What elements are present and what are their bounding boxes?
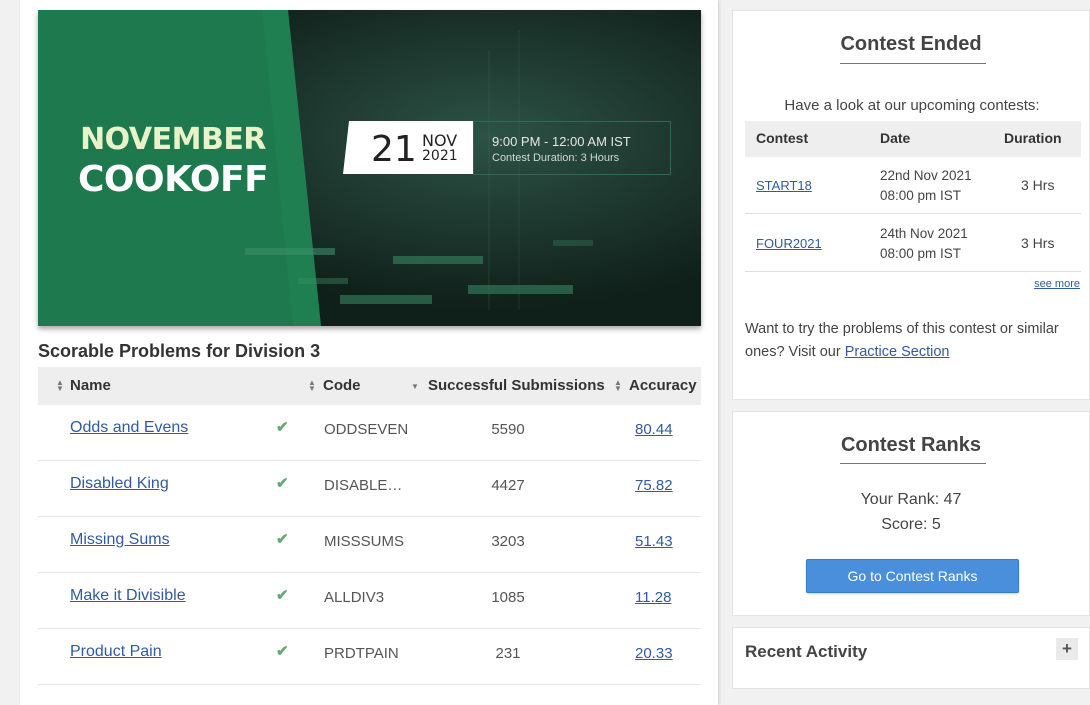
banner-title-line2: COOKOFF bbox=[78, 159, 269, 200]
check-icon: ✔ bbox=[276, 531, 289, 548]
problem-code: DISABLEDKING bbox=[324, 477, 412, 494]
check-icon: ✔ bbox=[276, 643, 289, 660]
score: Score: 5 bbox=[881, 516, 941, 533]
contest-ended-title: Contest Ended bbox=[840, 33, 982, 55]
problem-name-link[interactable]: Make it Divisible bbox=[70, 587, 186, 605]
banner-month: NOV bbox=[422, 131, 458, 150]
table-row: FOUR2021 24th Nov 2021 08:00 pm IST 3 Hrs bbox=[745, 215, 1081, 272]
table-row: Missing Sums ✔ MISSSUMS 3203 51.43 bbox=[38, 517, 701, 573]
banner-day: 21 bbox=[371, 129, 417, 170]
title-divider bbox=[840, 463, 986, 464]
contest-date-time: 08:00 pm IST bbox=[880, 188, 962, 203]
go-to-contest-ranks-button[interactable]: Go to Contest Ranks bbox=[806, 559, 1019, 593]
problem-submissions: 3203 bbox=[491, 533, 525, 550]
problem-accuracy-link[interactable]: 20.33 bbox=[635, 645, 673, 662]
table-row: Make it Divisible ✔ ALLDIV3 1085 11.28 bbox=[38, 573, 701, 629]
practice-note: Want to try the problems of this contest… bbox=[745, 318, 1075, 364]
banner-title: NOVEMBER COOKOFF bbox=[78, 122, 269, 201]
check-icon: ✔ bbox=[276, 419, 289, 436]
problem-submissions: 231 bbox=[495, 645, 521, 662]
banner-year: 2021 bbox=[422, 148, 458, 164]
header-date: Date bbox=[880, 130, 911, 146]
contest-date-day: 24th Nov 2021 bbox=[880, 226, 968, 241]
check-icon: ✔ bbox=[276, 475, 289, 492]
contest-link[interactable]: START18 bbox=[756, 178, 812, 193]
problem-accuracy-link[interactable]: 51.43 bbox=[635, 533, 673, 550]
header-contest: Contest bbox=[756, 130, 809, 146]
problem-code: MISSSUMS bbox=[324, 533, 405, 550]
contest-link[interactable]: FOUR2021 bbox=[756, 236, 822, 251]
problem-accuracy-link[interactable]: 80.44 bbox=[635, 421, 673, 438]
contest-ranks-card: Contest Ranks Your Rank: 47 Score: 5 Go … bbox=[732, 411, 1090, 616]
contest-duration: 3 Hrs bbox=[1021, 177, 1055, 193]
sort-accuracy-icon[interactable]: ▲ ▼ bbox=[614, 379, 622, 393]
contest-duration: 3 Hrs bbox=[1021, 235, 1055, 251]
banner-time: 9:00 PM - 12:00 AM IST bbox=[492, 134, 631, 149]
problem-name-link[interactable]: Product Pain bbox=[70, 643, 162, 661]
problems-table-header: ▲ ▼ Name ▲ ▼ Code ▼ Successful Submissions… bbox=[38, 367, 701, 405]
problem-submissions: 5590 bbox=[491, 421, 525, 438]
header-code[interactable]: Code bbox=[323, 377, 361, 394]
contest-date-time: 08:00 pm IST bbox=[880, 246, 962, 261]
your-rank: Your Rank: 47 bbox=[860, 491, 962, 508]
header-accuracy[interactable]: Accuracy bbox=[629, 377, 697, 394]
title-divider bbox=[840, 63, 986, 64]
header-name[interactable]: Name bbox=[70, 377, 111, 394]
problem-submissions: 4427 bbox=[491, 477, 525, 494]
expand-plus-icon[interactable]: + bbox=[1056, 638, 1078, 660]
header-successful-submissions[interactable]: Successful Submissions bbox=[428, 377, 605, 394]
sort-code-icon[interactable]: ▲ ▼ bbox=[308, 379, 316, 393]
problem-accuracy-link[interactable]: 11.28 bbox=[635, 589, 671, 606]
problem-code: PRDTPAIN bbox=[324, 645, 399, 662]
problem-submissions: 1085 bbox=[491, 589, 525, 606]
banner-title-line1: NOVEMBER bbox=[80, 122, 266, 157]
table-row: Odds and Evens ✔ ODDSEVEN 5590 80.44 bbox=[38, 405, 701, 461]
contest-ranks-title: Contest Ranks bbox=[840, 434, 982, 456]
table-row: Product Pain ✔ PRDTPAIN 231 20.33 bbox=[38, 629, 701, 685]
contest-date: 22nd Nov 2021 08:00 pm IST bbox=[880, 166, 972, 206]
left-panel: NOVEMBER COOKOFF 21 NOV 2021 9:00 PM - 1… bbox=[20, 0, 718, 705]
contest-date-day: 22nd Nov 2021 bbox=[880, 168, 972, 183]
problem-name-link[interactable]: Missing Sums bbox=[70, 531, 170, 549]
problem-code: ODDSEVEN bbox=[324, 421, 409, 438]
problems-section-title: Scorable Problems for Division 3 bbox=[38, 341, 321, 361]
check-icon: ✔ bbox=[276, 587, 289, 604]
problem-name-link[interactable]: Odds and Evens bbox=[70, 419, 188, 437]
upcoming-table-header: Contest Date Duration bbox=[745, 121, 1081, 157]
table-row: Disabled King ✔ DISABLEDKING 4427 75.82 bbox=[38, 461, 701, 517]
see-more-link[interactable]: see more bbox=[1034, 278, 1080, 290]
upcoming-intro: Have a look at our upcoming contests: bbox=[784, 97, 1040, 114]
banner-duration: Contest Duration: 3 Hours bbox=[492, 152, 620, 164]
banner-date-box: 21 NOV 2021 bbox=[343, 121, 473, 174]
practice-section-link[interactable]: Practice Section bbox=[845, 344, 950, 360]
header-duration: Duration bbox=[1004, 130, 1062, 146]
recent-activity-card: Recent Activity + bbox=[732, 627, 1090, 689]
contest-banner: NOVEMBER COOKOFF 21 NOV 2021 9:00 PM - 1… bbox=[38, 10, 701, 326]
contest-ended-card: Contest Ended Have a look at our upcomin… bbox=[732, 10, 1090, 400]
banner-time-box: 9:00 PM - 12:00 AM IST Contest Duration:… bbox=[473, 121, 671, 175]
table-row: START18 22nd Nov 2021 08:00 pm IST 3 Hrs bbox=[745, 157, 1081, 214]
problem-code: ALLDIV3 bbox=[324, 589, 385, 606]
problem-accuracy-link[interactable]: 75.82 bbox=[635, 477, 673, 494]
sort-subs-icon[interactable]: ▼ bbox=[411, 383, 419, 391]
recent-activity-title: Recent Activity bbox=[745, 642, 868, 661]
problem-name-link[interactable]: Disabled King bbox=[70, 475, 169, 493]
sort-name-icon[interactable]: ▲ ▼ bbox=[56, 379, 64, 393]
contest-date: 24th Nov 2021 08:00 pm IST bbox=[880, 224, 968, 264]
